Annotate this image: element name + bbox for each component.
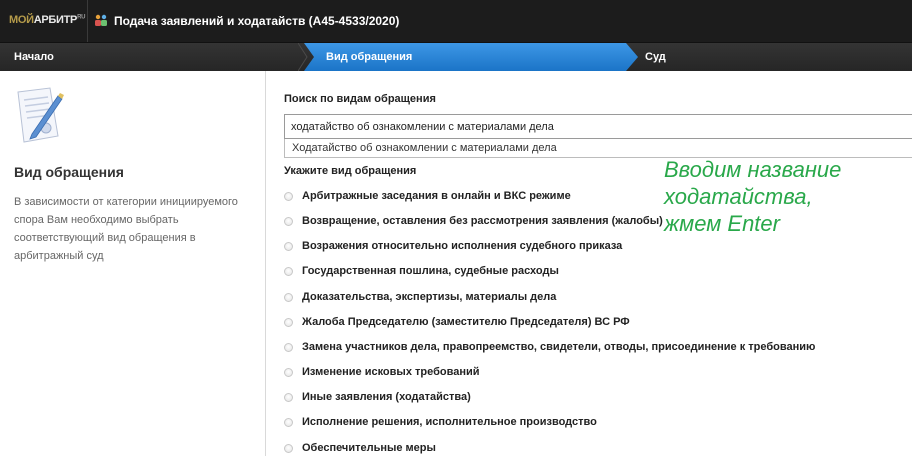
logo-suffix: RU [77, 14, 86, 21]
annotation-line: Вводим название [664, 157, 842, 182]
request-types-label: Укажите вид обращения [284, 165, 417, 177]
radio-button[interactable] [284, 318, 293, 327]
radio-button[interactable] [284, 393, 293, 402]
radio-button[interactable] [284, 444, 293, 453]
radio-button[interactable] [284, 293, 293, 302]
section-description: В зависимости от категории инициируемого… [14, 196, 238, 262]
option-label: Государственная пошлина, судебные расход… [302, 265, 559, 277]
radio-button[interactable] [284, 217, 293, 226]
search-input[interactable] [284, 114, 912, 139]
option-label: Обеспечительные меры [302, 442, 436, 454]
top-bar: МОЙАРБИТРRU Подача заявлений и ходатайст… [0, 0, 912, 42]
people-group-icon [94, 13, 108, 27]
option-label: Возвращение, оставления без рассмотрения… [302, 215, 663, 227]
radio-button[interactable] [284, 267, 293, 276]
search-label: Поиск по видам обращения [284, 93, 436, 105]
logo-prefix: МОЙ [9, 14, 34, 26]
step-bar: Начало Вид обращения Суд [0, 42, 912, 72]
step-start[interactable]: Начало [14, 43, 54, 71]
option-label: Возражения относительно исполнения судеб… [302, 240, 623, 252]
section-title: Вид обращения [14, 164, 124, 180]
instruction-annotation: Вводим название ходатайства, жмем Enter [664, 156, 904, 237]
radio-button[interactable] [284, 343, 293, 352]
step-request-type[interactable]: Вид обращения [326, 43, 412, 71]
logo[interactable]: МОЙАРБИТРRU [0, 0, 88, 42]
radio-button[interactable] [284, 368, 293, 377]
option-label: Иные заявления (ходатайства) [302, 391, 471, 403]
radio-button[interactable] [284, 192, 293, 201]
option-label: Изменение исковых требований [302, 366, 480, 378]
option-label: Доказательства, экспертизы, материалы де… [302, 291, 557, 303]
option-label: Арбитражные заседания в онлайн и ВКС реж… [302, 190, 571, 202]
logo-main: АРБИТР [33, 14, 78, 26]
option-label: Жалоба Председателю (заместителю Председ… [302, 316, 630, 328]
radio-button[interactable] [284, 418, 293, 427]
option-label: Замена участников дела, правопреемство, … [302, 341, 816, 353]
step-court[interactable]: Суд [645, 43, 666, 71]
document-pen-icon [12, 86, 68, 146]
page-title: Подача заявлений и ходатайств (А45-4533/… [114, 14, 400, 28]
annotation-line: жмем Enter [664, 211, 780, 236]
radio-button[interactable] [284, 242, 293, 251]
left-panel: Вид обращения В зависимости от категории… [0, 71, 266, 456]
annotation-line: ходатайства, [664, 184, 813, 209]
option-label: Исполнение решения, исполнительное произ… [302, 416, 597, 428]
